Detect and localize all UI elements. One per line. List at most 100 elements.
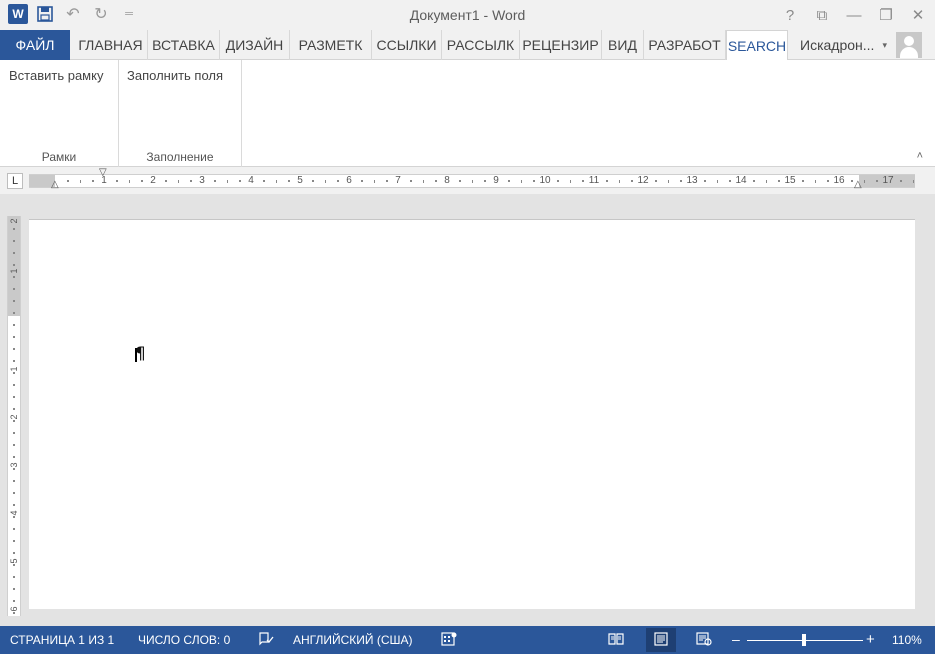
tab-review[interactable]: РЕЦЕНЗИР: [520, 30, 602, 60]
zoom-level[interactable]: 110%: [892, 633, 922, 647]
ruler-tick: [336, 180, 339, 182]
vertical-ruler-tick: [13, 384, 15, 386]
ruler-label: 7: [395, 175, 401, 186]
ruler-label: 2: [150, 175, 156, 186]
vertical-ruler-tick: [13, 300, 15, 302]
vertical-ruler-tick: [13, 432, 15, 434]
ruler-tick: [373, 180, 375, 183]
ruler-label: 8: [444, 175, 450, 186]
avatar[interactable]: [896, 32, 922, 58]
tab-view[interactable]: ВИД: [602, 30, 644, 60]
tab-layout[interactable]: РАЗМЕТК: [290, 30, 372, 60]
group-label-frames: Рамки: [41, 150, 77, 164]
ruler-tick: [569, 180, 571, 183]
account-label: Искадрон...: [800, 37, 875, 53]
tab-home[interactable]: ГЛАВНАЯ: [74, 30, 148, 60]
account-name[interactable]: Искадрон... ▾: [790, 30, 894, 60]
vertical-ruler-tick: [13, 444, 15, 446]
vertical-ruler-tick: [13, 372, 15, 374]
tab-selector[interactable]: L: [7, 173, 23, 189]
ruler-tick: [275, 180, 277, 183]
zoom-slider-thumb[interactable]: [802, 634, 806, 646]
zoom-in-button[interactable]: +: [866, 631, 875, 648]
ruler-tick: [900, 180, 903, 182]
ribbon-display-icon[interactable]: ⧉: [811, 4, 833, 26]
restore-icon[interactable]: ❐: [875, 4, 897, 26]
ruler-label: 12: [637, 175, 649, 186]
ruler-label: 16: [833, 175, 845, 186]
tab-insert[interactable]: ВСТАВКА: [148, 30, 220, 60]
ruler-tick: [557, 180, 560, 182]
ruler-tick: [875, 180, 878, 182]
ruler-tick: [128, 180, 130, 183]
vertical-ruler-tick: [13, 288, 15, 290]
vertical-ruler-tick: [13, 528, 15, 530]
horizontal-ruler[interactable]: 1 2 3 4 5 6 7 8 9 10 11 12 13 14 15 16 17: [29, 174, 915, 188]
close-icon[interactable]: ✕: [907, 4, 929, 26]
vertical-ruler-tick: [13, 420, 15, 422]
ruler-tick: [716, 180, 718, 183]
ruler-tick: [912, 180, 914, 183]
ruler-tick: [459, 180, 462, 182]
vertical-ruler-tick: [13, 408, 15, 410]
ruler-row: L 1 2 3 4 5 6 7 8 9 10 11 12 13 14 15 16 17 ▽ △ △: [0, 168, 935, 194]
ruler-tick: [324, 180, 326, 183]
ruler-label: 11: [588, 175, 600, 186]
tab-developer[interactable]: РАЗРАБОТ: [644, 30, 726, 60]
word-count[interactable]: ЧИСЛО СЛОВ: 0: [138, 633, 230, 647]
ruler-tick: [422, 180, 424, 183]
vertical-ruler-tick: [13, 456, 15, 458]
tab-mailings[interactable]: РАССЫЛК: [442, 30, 520, 60]
web-layout-icon[interactable]: [695, 631, 713, 647]
tab-search[interactable]: SEARCH: [726, 30, 788, 61]
ruler-tick: [520, 180, 522, 183]
vertical-ruler-tick: [13, 468, 15, 470]
fill-fields-button[interactable]: Заполнить поля: [127, 68, 223, 83]
ruler-tick: [67, 180, 70, 182]
ruler-tick: [826, 180, 829, 182]
ruler-tick: [79, 180, 81, 183]
vertical-ruler-tick: [13, 516, 15, 518]
ruler-label: 10: [539, 175, 551, 186]
vertical-ruler-tick: [13, 264, 15, 266]
language[interactable]: АНГЛИЙСКИЙ (США): [293, 633, 413, 647]
ribbon: Вставить рамку Рамки Заполнить поля Запо…: [0, 60, 935, 167]
first-line-indent-icon[interactable]: ▽: [99, 168, 107, 178]
tab-design[interactable]: ДИЗАЙН: [220, 30, 290, 60]
vertical-ruler-tick: [13, 360, 15, 362]
help-icon[interactable]: ?: [779, 4, 801, 26]
page-count[interactable]: СТРАНИЦА 1 ИЗ 1: [10, 633, 114, 647]
print-layout-icon[interactable]: [652, 631, 670, 647]
minimize-icon[interactable]: —: [843, 4, 865, 26]
read-mode-icon[interactable]: [607, 631, 625, 647]
collapse-ribbon-icon[interactable]: ˄: [917, 150, 923, 162]
ruler-tick: [667, 180, 669, 183]
document-area: 21123456 ¶: [0, 194, 935, 626]
hanging-indent-icon[interactable]: △: [51, 180, 59, 190]
ruler-tick: [802, 180, 805, 182]
proofing-icon[interactable]: [257, 631, 275, 647]
insert-frame-button[interactable]: Вставить рамку: [9, 68, 103, 83]
vertical-ruler-tick: [13, 588, 15, 590]
zoom-out-button[interactable]: –: [732, 631, 740, 647]
macro-record-icon[interactable]: [440, 631, 458, 647]
vertical-ruler-tick: [13, 480, 15, 482]
status-bar: СТРАНИЦА 1 ИЗ 1 ЧИСЛО СЛОВ: 0 АНГЛИЙСКИЙ…: [0, 626, 935, 654]
vertical-ruler[interactable]: 21123456: [7, 216, 21, 616]
vertical-ruler-tick: [13, 252, 15, 254]
ruler-tick: [483, 180, 486, 182]
ruler-label: 17: [882, 175, 894, 186]
ruler-tick: [434, 180, 437, 182]
right-indent-icon[interactable]: △: [854, 180, 862, 190]
ruler-tick: [385, 180, 388, 182]
tab-file[interactable]: ФАЙЛ: [0, 30, 70, 60]
ribbon-group-fill: Заполнить поля Заполнение: [119, 60, 242, 167]
vertical-ruler-tick: [13, 564, 15, 566]
ruler-tick: [704, 180, 707, 182]
ruler-tick: [140, 180, 143, 182]
document-page[interactable]: ¶: [29, 219, 915, 609]
tab-references[interactable]: ССЫЛКИ: [372, 30, 442, 60]
ribbon-group-frames: Вставить рамку Рамки: [0, 60, 119, 167]
vertical-ruler-label: 1: [9, 268, 19, 274]
vertical-ruler-tick: [13, 576, 15, 578]
